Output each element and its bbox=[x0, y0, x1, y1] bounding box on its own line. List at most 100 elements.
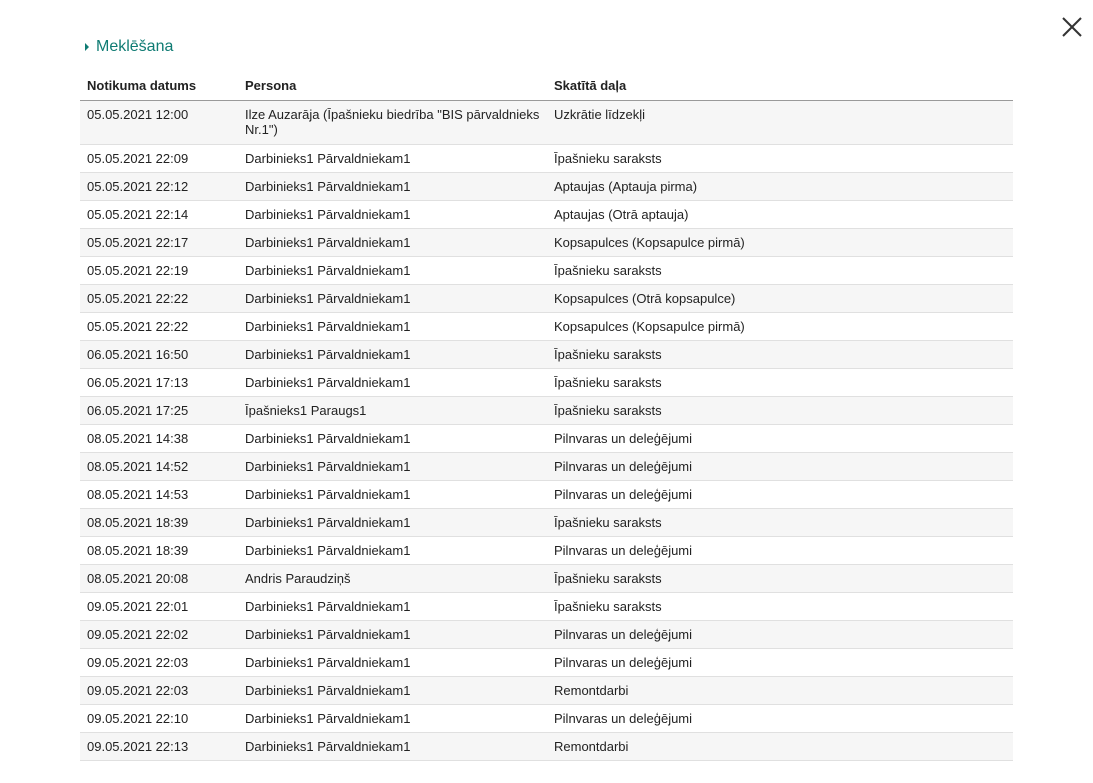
cell-date: 08.05.2021 18:39 bbox=[80, 536, 238, 565]
search-toggle-label: Meklēšana bbox=[96, 38, 174, 55]
cell-date: 08.05.2021 20:08 bbox=[80, 564, 238, 593]
cell-section: Aptaujas (Otrā aptauja) bbox=[547, 200, 1013, 229]
search-toggle[interactable]: Meklēšana bbox=[85, 38, 173, 56]
audit-log-table-container: Notikuma datums Persona Skatītā daļa 05.… bbox=[80, 70, 1013, 761]
cell-section: Pilnvaras un deleģējumi bbox=[547, 452, 1013, 481]
cell-person: Darbinieks1 Pārvaldniekam1 bbox=[238, 648, 547, 677]
table-row: 09.05.2021 22:13 Darbinieks1 Pārvaldnieka… bbox=[80, 732, 1013, 761]
cell-person: Īpašnieks1 Paraugs1 bbox=[238, 396, 547, 425]
table-row: 05.05.2021 22:14 Darbinieks1 Pārvaldnieka… bbox=[80, 200, 1013, 229]
table-row: 08.05.2021 14:53 Darbinieks1 Pārvaldnieka… bbox=[80, 480, 1013, 509]
table-row: 09.05.2021 22:02 Darbinieks1 Pārvaldnieka… bbox=[80, 620, 1013, 649]
cell-section: Īpašnieku saraksts bbox=[547, 368, 1013, 397]
cell-section: Remontdarbi bbox=[547, 676, 1013, 705]
table-row: 06.05.2021 17:25 Īpašnieks1 Paraugs1 Īpašn… bbox=[80, 396, 1013, 425]
table-row: 05.05.2021 12:00 Ilze Auzarāja (Īpašnieku… bbox=[80, 100, 1013, 145]
cell-section: Īpašnieku saraksts bbox=[547, 256, 1013, 285]
cell-person: Darbinieks1 Pārvaldniekam1 bbox=[238, 732, 547, 761]
close-button[interactable] bbox=[1060, 15, 1084, 39]
table-row: 09.05.2021 22:03 Darbinieks1 Pārvaldnieka… bbox=[80, 676, 1013, 705]
cell-person: Darbinieks1 Pārvaldniekam1 bbox=[238, 704, 547, 733]
cell-date: 08.05.2021 14:38 bbox=[80, 424, 238, 453]
cell-section: Aptaujas (Aptauja pirma) bbox=[547, 172, 1013, 201]
cell-section: Pilnvaras un deleģējumi bbox=[547, 704, 1013, 733]
cell-date: 05.05.2021 22:09 bbox=[80, 144, 238, 173]
table-row: 05.05.2021 22:19 Darbinieks1 Pārvaldnieka… bbox=[80, 256, 1013, 285]
cell-date: 05.05.2021 22:22 bbox=[80, 312, 238, 341]
cell-person: Darbinieks1 Pārvaldniekam1 bbox=[238, 480, 547, 509]
cell-person: Darbinieks1 Pārvaldniekam1 bbox=[238, 424, 547, 453]
cell-person: Darbinieks1 Pārvaldniekam1 bbox=[238, 592, 547, 621]
table-row: 08.05.2021 14:52 Darbinieks1 Pārvaldnieka… bbox=[80, 452, 1013, 481]
cell-person: Andris Paraudziņš bbox=[238, 564, 547, 593]
table-row: 06.05.2021 16:50 Darbinieks1 Pārvaldnieka… bbox=[80, 340, 1013, 369]
cell-date: 09.05.2021 22:02 bbox=[80, 620, 238, 649]
table-row: 05.05.2021 22:12 Darbinieks1 Pārvaldnieka… bbox=[80, 172, 1013, 201]
cell-date: 09.05.2021 22:03 bbox=[80, 676, 238, 705]
table-row: 08.05.2021 18:39 Darbinieks1 Pārvaldnieka… bbox=[80, 508, 1013, 537]
cell-date: 05.05.2021 22:22 bbox=[80, 284, 238, 313]
cell-date: 05.05.2021 22:19 bbox=[80, 256, 238, 285]
cell-person: Darbinieks1 Pārvaldniekam1 bbox=[238, 508, 547, 537]
cell-date: 08.05.2021 14:53 bbox=[80, 480, 238, 509]
caret-right-icon bbox=[85, 43, 89, 51]
table-row: 05.05.2021 22:22 Darbinieks1 Pārvaldnieka… bbox=[80, 312, 1013, 341]
cell-section: Kopsapulces (Kopsapulce pirmā) bbox=[547, 312, 1013, 341]
table-body: 05.05.2021 12:00 Ilze Auzarāja (Īpašnieku… bbox=[80, 100, 1013, 761]
cell-section: Īpašnieku saraksts bbox=[547, 144, 1013, 173]
cell-person: Darbinieks1 Pārvaldniekam1 bbox=[238, 312, 547, 341]
cell-date: 09.05.2021 22:13 bbox=[80, 732, 238, 761]
header-date[interactable]: Notikuma datums bbox=[80, 70, 238, 101]
cell-date: 08.05.2021 14:52 bbox=[80, 452, 238, 481]
cell-section: Kopsapulces (Kopsapulce pirmā) bbox=[547, 228, 1013, 257]
cell-person: Darbinieks1 Pārvaldniekam1 bbox=[238, 284, 547, 313]
cell-person: Darbinieks1 Pārvaldniekam1 bbox=[238, 256, 547, 285]
cell-date: 05.05.2021 22:14 bbox=[80, 200, 238, 229]
cell-date: 06.05.2021 16:50 bbox=[80, 340, 238, 369]
cell-date: 06.05.2021 17:13 bbox=[80, 368, 238, 397]
cell-person: Darbinieks1 Pārvaldniekam1 bbox=[238, 536, 547, 565]
cell-section: Pilnvaras un deleģējumi bbox=[547, 620, 1013, 649]
table-row: 05.05.2021 22:17 Darbinieks1 Pārvaldnieka… bbox=[80, 228, 1013, 257]
cell-person: Darbinieks1 Pārvaldniekam1 bbox=[238, 144, 547, 173]
cell-date: 08.05.2021 18:39 bbox=[80, 508, 238, 537]
table-row: 09.05.2021 22:03 Darbinieks1 Pārvaldnieka… bbox=[80, 648, 1013, 677]
header-section[interactable]: Skatītā daļa bbox=[547, 70, 1013, 101]
audit-log-table: Notikuma datums Persona Skatītā daļa 05.… bbox=[80, 70, 1013, 761]
table-row: 08.05.2021 20:08 Andris Paraudziņš Īpašnie… bbox=[80, 564, 1013, 593]
cell-date: 05.05.2021 22:17 bbox=[80, 228, 238, 257]
cell-section: Pilnvaras un deleģējumi bbox=[547, 480, 1013, 509]
cell-date: 09.05.2021 22:10 bbox=[80, 704, 238, 733]
cell-person: Darbinieks1 Pārvaldniekam1 bbox=[238, 200, 547, 229]
cell-section: Īpašnieku saraksts bbox=[547, 340, 1013, 369]
table-header-row: Notikuma datums Persona Skatītā daļa bbox=[80, 70, 1013, 101]
cell-section: Pilnvaras un deleģējumi bbox=[547, 536, 1013, 565]
cell-section: Īpašnieku saraksts bbox=[547, 564, 1013, 593]
cell-person: Darbinieks1 Pārvaldniekam1 bbox=[238, 340, 547, 369]
cell-date: 05.05.2021 22:12 bbox=[80, 172, 238, 201]
cell-section: Īpašnieku saraksts bbox=[547, 508, 1013, 537]
table-row: 05.05.2021 22:22 Darbinieks1 Pārvaldnieka… bbox=[80, 284, 1013, 313]
cell-person: Darbinieks1 Pārvaldniekam1 bbox=[238, 228, 547, 257]
cell-section: Remontdarbi bbox=[547, 732, 1013, 761]
cell-person: Darbinieks1 Pārvaldniekam1 bbox=[238, 172, 547, 201]
cell-section: Pilnvaras un deleģējumi bbox=[547, 648, 1013, 677]
cell-date: 09.05.2021 22:03 bbox=[80, 648, 238, 677]
table-row: 06.05.2021 17:13 Darbinieks1 Pārvaldnieka… bbox=[80, 368, 1013, 397]
table-row: 05.05.2021 22:09 Darbinieks1 Pārvaldnieka… bbox=[80, 144, 1013, 173]
table-row: 09.05.2021 22:01 Darbinieks1 Pārvaldnieka… bbox=[80, 592, 1013, 621]
cell-section: Uzkrātie līdzekļi bbox=[547, 100, 1013, 145]
table-row: 08.05.2021 18:39 Darbinieks1 Pārvaldnieka… bbox=[80, 536, 1013, 565]
cell-person: Darbinieks1 Pārvaldniekam1 bbox=[238, 620, 547, 649]
cell-date: 09.05.2021 22:01 bbox=[80, 592, 238, 621]
cell-date: 05.05.2021 12:00 bbox=[80, 100, 238, 145]
cell-person: Darbinieks1 Pārvaldniekam1 bbox=[238, 452, 547, 481]
close-icon bbox=[1062, 17, 1082, 37]
cell-person: Darbinieks1 Pārvaldniekam1 bbox=[238, 676, 547, 705]
header-person[interactable]: Persona bbox=[238, 70, 547, 101]
cell-section: Pilnvaras un deleģējumi bbox=[547, 424, 1013, 453]
cell-section: Kopsapulces (Otrā kopsapulce) bbox=[547, 284, 1013, 313]
cell-date: 06.05.2021 17:25 bbox=[80, 396, 238, 425]
table-row: 08.05.2021 14:38 Darbinieks1 Pārvaldnieka… bbox=[80, 424, 1013, 453]
cell-person: Darbinieks1 Pārvaldniekam1 bbox=[238, 368, 547, 397]
